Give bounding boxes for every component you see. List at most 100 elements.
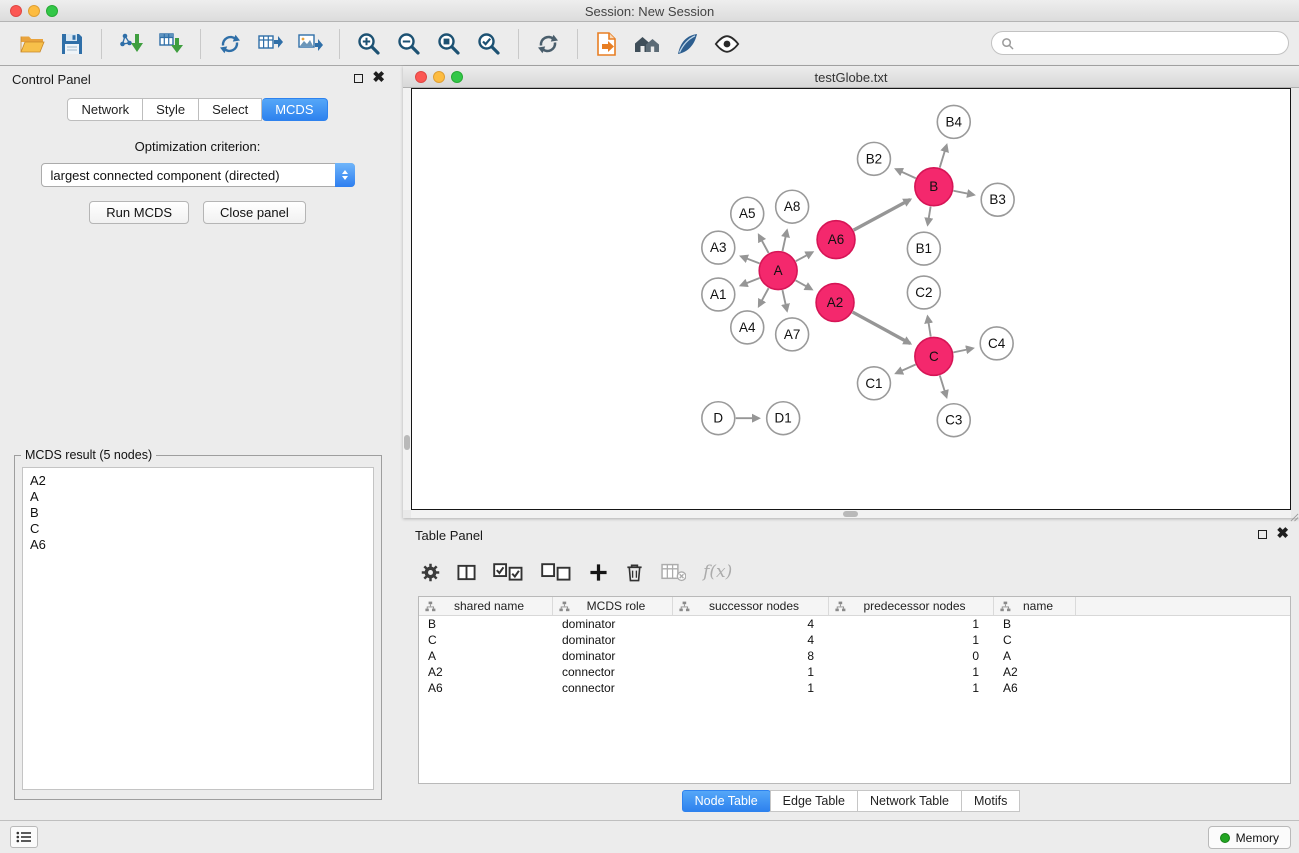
result-item[interactable]: C: [30, 521, 366, 537]
result-item[interactable]: A2: [30, 473, 366, 489]
node-B[interactable]: B: [915, 168, 953, 206]
zoom-selected-icon[interactable]: [474, 29, 504, 59]
node-A[interactable]: A: [759, 252, 797, 290]
result-item[interactable]: B: [30, 505, 366, 521]
import-table-from-file-icon[interactable]: [156, 29, 186, 59]
horizontal-scrollbar-thumb[interactable]: [843, 511, 858, 517]
resize-grip[interactable]: [1290, 509, 1299, 518]
edge-B-B2[interactable]: [896, 169, 916, 178]
save-session-icon[interactable]: [57, 29, 87, 59]
node-A1[interactable]: A1: [702, 278, 735, 311]
node-C1[interactable]: C1: [857, 367, 890, 400]
optimization-criterion-select[interactable]: largest connected component (directed): [41, 163, 355, 187]
import-network-from-file-icon[interactable]: [116, 29, 146, 59]
float-table-panel-icon[interactable]: [1258, 530, 1267, 539]
column-header[interactable]: name: [994, 597, 1076, 615]
vertical-scrollbar-thumb[interactable]: [404, 435, 410, 450]
edge-A-A6[interactable]: [796, 252, 813, 261]
result-item[interactable]: A: [30, 489, 366, 505]
select-all-icon[interactable]: [493, 561, 524, 583]
edge-A6-B[interactable]: [854, 200, 911, 231]
close-table-panel-icon[interactable]: ✖: [1276, 529, 1289, 539]
memory-button[interactable]: Memory: [1208, 826, 1291, 849]
node-A8[interactable]: A8: [776, 190, 809, 223]
edge-B-B1[interactable]: [928, 206, 931, 224]
edge-A-A8[interactable]: [782, 231, 786, 252]
zoom-fit-icon[interactable]: [434, 29, 464, 59]
edge-A-A4[interactable]: [759, 288, 769, 306]
apply-style-icon[interactable]: [672, 29, 702, 59]
column-header[interactable]: successor nodes: [673, 597, 829, 615]
node-C3[interactable]: C3: [937, 404, 970, 437]
export-image-icon[interactable]: [295, 29, 325, 59]
add-row-icon[interactable]: [589, 561, 608, 583]
edge-B-B4[interactable]: [940, 145, 947, 167]
node-B4[interactable]: B4: [937, 105, 970, 138]
table-row[interactable]: A6connector11A6: [419, 680, 1290, 696]
search-field[interactable]: [991, 31, 1289, 55]
edge-A-A7[interactable]: [782, 290, 786, 311]
edge-A-A1[interactable]: [741, 278, 760, 285]
float-panel-icon[interactable]: [354, 74, 363, 83]
run-mcds-button[interactable]: Run MCDS: [89, 201, 189, 224]
node-A7[interactable]: A7: [776, 318, 809, 351]
refresh-network-icon[interactable]: [533, 29, 563, 59]
zoom-in-icon[interactable]: [354, 29, 384, 59]
node-A6[interactable]: A6: [817, 221, 855, 259]
open-file-icon[interactable]: [17, 29, 47, 59]
node-C[interactable]: C: [915, 337, 953, 375]
show-hide-graphics-icon[interactable]: [712, 29, 742, 59]
result-item[interactable]: A6: [30, 537, 366, 553]
table-row[interactable]: Cdominator41C: [419, 632, 1290, 648]
close-panel-button[interactable]: Close panel: [203, 201, 306, 224]
table-settings-icon[interactable]: [421, 561, 440, 583]
deselect-all-icon[interactable]: [541, 561, 572, 583]
open-recent-file-icon[interactable]: [592, 29, 622, 59]
function-builder-icon[interactable]: f(x): [703, 561, 732, 583]
column-header[interactable]: shared name: [419, 597, 553, 615]
node-A2[interactable]: A2: [816, 284, 854, 322]
edge-A-A2[interactable]: [796, 280, 812, 289]
node-D[interactable]: D: [702, 402, 735, 435]
node-B2[interactable]: B2: [857, 142, 890, 175]
edge-A-A5[interactable]: [759, 235, 769, 253]
node-A4[interactable]: A4: [731, 311, 764, 344]
table-row[interactable]: Adominator80A: [419, 648, 1290, 664]
column-header[interactable]: predecessor nodes: [829, 597, 994, 615]
show-columns-icon[interactable]: [457, 561, 476, 583]
tab-network-table[interactable]: Network Table: [857, 790, 962, 812]
close-panel-icon[interactable]: ✖: [372, 73, 385, 83]
table-row[interactable]: A2connector11A2: [419, 664, 1290, 680]
edge-A-A3[interactable]: [741, 256, 759, 263]
search-input[interactable]: [1020, 36, 1279, 51]
tab-select[interactable]: Select: [199, 98, 262, 121]
tab-node-table[interactable]: Node Table: [682, 790, 771, 812]
node-A5[interactable]: A5: [731, 197, 764, 230]
edge-C-C3[interactable]: [940, 375, 947, 396]
edge-A2-C[interactable]: [853, 312, 911, 343]
tab-edge-table[interactable]: Edge Table: [770, 790, 858, 812]
export-network-icon[interactable]: [215, 29, 245, 59]
node-C4[interactable]: C4: [980, 327, 1013, 360]
export-table-icon[interactable]: [255, 29, 285, 59]
tab-network[interactable]: Network: [67, 98, 143, 121]
tab-motifs[interactable]: Motifs: [961, 790, 1020, 812]
edge-B-B3[interactable]: [953, 191, 973, 195]
edge-C-C2[interactable]: [928, 317, 931, 337]
column-header[interactable]: MCDS role: [553, 597, 673, 615]
show-panels-button[interactable]: [10, 826, 38, 848]
clear-table-icon[interactable]: [661, 561, 686, 583]
node-D1[interactable]: D1: [767, 402, 800, 435]
node-C2[interactable]: C2: [907, 276, 940, 309]
delete-row-icon[interactable]: [625, 561, 644, 583]
network-canvas[interactable]: B4 B2 B B3 A8 A5 A6 A3 B1 A C2 A1 A2 A4 A7 C4 C C1 D D1 C3: [411, 88, 1291, 510]
node-B3[interactable]: B3: [981, 183, 1014, 216]
edge-C-C1[interactable]: [896, 365, 915, 374]
tab-style[interactable]: Style: [143, 98, 199, 121]
table-row[interactable]: Bdominator41B: [419, 616, 1290, 632]
network-overview-icon[interactable]: [632, 29, 662, 59]
node-A3[interactable]: A3: [702, 231, 735, 264]
zoom-out-icon[interactable]: [394, 29, 424, 59]
edge-C-C4[interactable]: [953, 348, 972, 352]
node-B1[interactable]: B1: [907, 232, 940, 265]
